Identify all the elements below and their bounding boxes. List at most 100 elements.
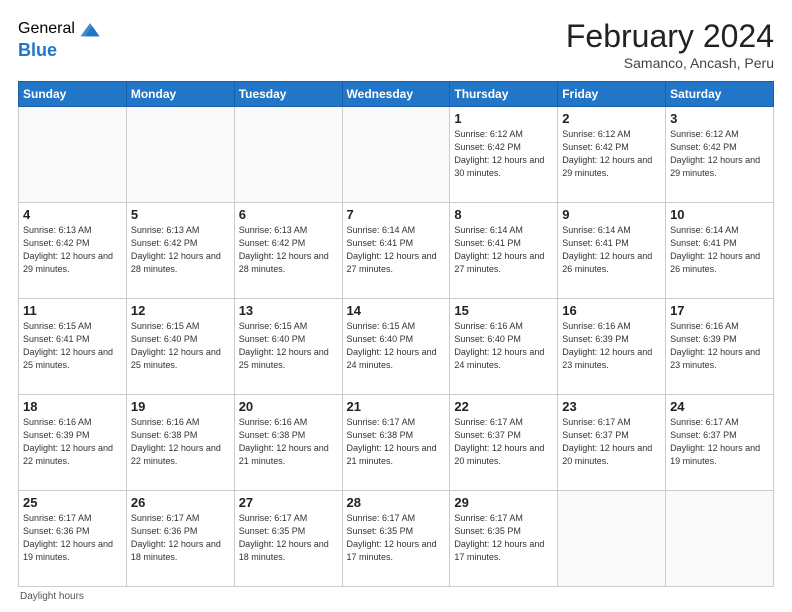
logo-text: General <box>18 18 101 40</box>
calendar-cell: 14 Sunrise: 6:15 AM Sunset: 6:40 PM Dayli… <box>342 299 450 395</box>
day-detail: Sunrise: 6:12 AM Sunset: 6:42 PM Dayligh… <box>562 128 661 180</box>
day-number: 10 <box>670 207 769 222</box>
calendar-cell: 9 Sunrise: 6:14 AM Sunset: 6:41 PM Daylig… <box>558 203 666 299</box>
col-header-monday: Monday <box>126 82 234 107</box>
calendar-cell: 17 Sunrise: 6:16 AM Sunset: 6:39 PM Dayli… <box>666 299 774 395</box>
day-number: 7 <box>347 207 446 222</box>
calendar-cell: 16 Sunrise: 6:16 AM Sunset: 6:39 PM Dayli… <box>558 299 666 395</box>
calendar: SundayMondayTuesdayWednesdayThursdayFrid… <box>18 81 774 587</box>
page: General Blue February 2024 Samanco, Anca… <box>0 0 792 612</box>
day-detail: Sunrise: 6:15 AM Sunset: 6:40 PM Dayligh… <box>239 320 338 372</box>
day-detail: Sunrise: 6:13 AM Sunset: 6:42 PM Dayligh… <box>23 224 122 276</box>
header: General Blue February 2024 Samanco, Anca… <box>18 18 774 71</box>
calendar-cell: 7 Sunrise: 6:14 AM Sunset: 6:41 PM Daylig… <box>342 203 450 299</box>
calendar-cell: 23Sunrise: 6:17 AM Sunset: 6:37 PM Dayli… <box>558 395 666 491</box>
day-detail: Sunrise: 6:17 AM Sunset: 6:35 PM Dayligh… <box>347 512 446 564</box>
day-number: 2 <box>562 111 661 126</box>
calendar-cell: 4 Sunrise: 6:13 AM Sunset: 6:42 PM Daylig… <box>19 203 127 299</box>
col-header-saturday: Saturday <box>666 82 774 107</box>
col-header-wednesday: Wednesday <box>342 82 450 107</box>
week-row-1: 1 Sunrise: 6:12 AM Sunset: 6:42 PM Daylig… <box>19 107 774 203</box>
day-number: 6 <box>239 207 338 222</box>
calendar-cell: 3Sunrise: 6:12 AM Sunset: 6:42 PM Daylig… <box>666 107 774 203</box>
day-detail: Sunrise: 6:14 AM Sunset: 6:41 PM Dayligh… <box>347 224 446 276</box>
calendar-cell: 15Sunrise: 6:16 AM Sunset: 6:40 PM Dayli… <box>450 299 558 395</box>
calendar-cell: 18 Sunrise: 6:16 AM Sunset: 6:39 PM Dayli… <box>19 395 127 491</box>
calendar-cell: 19 Sunrise: 6:16 AM Sunset: 6:38 PM Dayli… <box>126 395 234 491</box>
day-detail: Sunrise: 6:17 AM Sunset: 6:37 PM Dayligh… <box>562 416 661 468</box>
day-number: 9 <box>562 207 661 222</box>
day-number: 19 <box>131 399 230 414</box>
col-header-sunday: Sunday <box>19 82 127 107</box>
calendar-cell: 2 Sunrise: 6:12 AM Sunset: 6:42 PM Daylig… <box>558 107 666 203</box>
day-number: 14 <box>347 303 446 318</box>
col-header-tuesday: Tuesday <box>234 82 342 107</box>
day-number: 16 <box>562 303 661 318</box>
calendar-cell: 26Sunrise: 6:17 AM Sunset: 6:36 PM Dayli… <box>126 491 234 587</box>
week-row-4: 18 Sunrise: 6:16 AM Sunset: 6:39 PM Dayli… <box>19 395 774 491</box>
day-detail: Sunrise: 6:17 AM Sunset: 6:37 PM Dayligh… <box>670 416 769 468</box>
day-detail: Sunrise: 6:15 AM Sunset: 6:40 PM Dayligh… <box>131 320 230 372</box>
day-number: 17 <box>670 303 769 318</box>
calendar-cell <box>666 491 774 587</box>
day-number: 11 <box>23 303 122 318</box>
calendar-cell <box>19 107 127 203</box>
day-number: 18 <box>23 399 122 414</box>
week-row-3: 11 Sunrise: 6:15 AM Sunset: 6:41 PM Dayli… <box>19 299 774 395</box>
day-number: 8 <box>454 207 553 222</box>
day-number: 1 <box>454 111 553 126</box>
day-detail: Sunrise: 6:15 AM Sunset: 6:40 PM Dayligh… <box>347 320 446 372</box>
calendar-cell: 25Sunrise: 6:17 AM Sunset: 6:36 PM Dayli… <box>19 491 127 587</box>
calendar-header-row: SundayMondayTuesdayWednesdayThursdayFrid… <box>19 82 774 107</box>
day-detail: Sunrise: 6:17 AM Sunset: 6:36 PM Dayligh… <box>23 512 122 564</box>
day-number: 4 <box>23 207 122 222</box>
calendar-cell: 12 Sunrise: 6:15 AM Sunset: 6:40 PM Dayli… <box>126 299 234 395</box>
day-number: 22 <box>454 399 553 414</box>
day-detail: Sunrise: 6:17 AM Sunset: 6:38 PM Dayligh… <box>347 416 446 468</box>
day-detail: Sunrise: 6:12 AM Sunset: 6:42 PM Dayligh… <box>454 128 553 180</box>
day-number: 29 <box>454 495 553 510</box>
footer: Daylight hours <box>18 591 774 602</box>
day-detail: Sunrise: 6:16 AM Sunset: 6:39 PM Dayligh… <box>23 416 122 468</box>
calendar-cell <box>558 491 666 587</box>
month-title: February 2024 <box>566 18 774 55</box>
logo-blue-label: Blue <box>18 40 57 61</box>
week-row-2: 4 Sunrise: 6:13 AM Sunset: 6:42 PM Daylig… <box>19 203 774 299</box>
calendar-cell: 11 Sunrise: 6:15 AM Sunset: 6:41 PM Dayli… <box>19 299 127 395</box>
day-number: 12 <box>131 303 230 318</box>
day-number: 21 <box>347 399 446 414</box>
day-detail: Sunrise: 6:14 AM Sunset: 6:41 PM Dayligh… <box>562 224 661 276</box>
day-detail: Sunrise: 6:16 AM Sunset: 6:40 PM Dayligh… <box>454 320 553 372</box>
logo-general: General <box>18 20 75 38</box>
day-detail: Sunrise: 6:17 AM Sunset: 6:37 PM Dayligh… <box>454 416 553 468</box>
day-detail: Sunrise: 6:16 AM Sunset: 6:39 PM Dayligh… <box>562 320 661 372</box>
day-number: 3 <box>670 111 769 126</box>
day-detail: Sunrise: 6:14 AM Sunset: 6:41 PM Dayligh… <box>454 224 553 276</box>
day-detail: Sunrise: 6:13 AM Sunset: 6:42 PM Dayligh… <box>131 224 230 276</box>
logo-blue-text: Blue <box>18 40 57 61</box>
title-area: February 2024 Samanco, Ancash, Peru <box>566 18 774 71</box>
day-number: 27 <box>239 495 338 510</box>
day-number: 24 <box>670 399 769 414</box>
footer-text: Daylight hours <box>20 591 84 602</box>
calendar-cell: 6 Sunrise: 6:13 AM Sunset: 6:42 PM Daylig… <box>234 203 342 299</box>
calendar-cell <box>234 107 342 203</box>
calendar-cell: 29 Sunrise: 6:17 AM Sunset: 6:35 PM Dayli… <box>450 491 558 587</box>
day-detail: Sunrise: 6:13 AM Sunset: 6:42 PM Dayligh… <box>239 224 338 276</box>
day-detail: Sunrise: 6:16 AM Sunset: 6:38 PM Dayligh… <box>131 416 230 468</box>
logo: General Blue <box>18 18 101 61</box>
col-header-friday: Friday <box>558 82 666 107</box>
location: Samanco, Ancash, Peru <box>566 55 774 71</box>
calendar-cell: 27Sunrise: 6:17 AM Sunset: 6:35 PM Dayli… <box>234 491 342 587</box>
day-number: 5 <box>131 207 230 222</box>
day-detail: Sunrise: 6:17 AM Sunset: 6:36 PM Dayligh… <box>131 512 230 564</box>
col-header-thursday: Thursday <box>450 82 558 107</box>
day-detail: Sunrise: 6:16 AM Sunset: 6:39 PM Dayligh… <box>670 320 769 372</box>
day-detail: Sunrise: 6:15 AM Sunset: 6:41 PM Dayligh… <box>23 320 122 372</box>
calendar-cell: 24 Sunrise: 6:17 AM Sunset: 6:37 PM Dayli… <box>666 395 774 491</box>
calendar-cell <box>342 107 450 203</box>
calendar-cell: 10Sunrise: 6:14 AM Sunset: 6:41 PM Dayli… <box>666 203 774 299</box>
calendar-cell: 21 Sunrise: 6:17 AM Sunset: 6:38 PM Dayli… <box>342 395 450 491</box>
day-number: 13 <box>239 303 338 318</box>
day-detail: Sunrise: 6:17 AM Sunset: 6:35 PM Dayligh… <box>454 512 553 564</box>
